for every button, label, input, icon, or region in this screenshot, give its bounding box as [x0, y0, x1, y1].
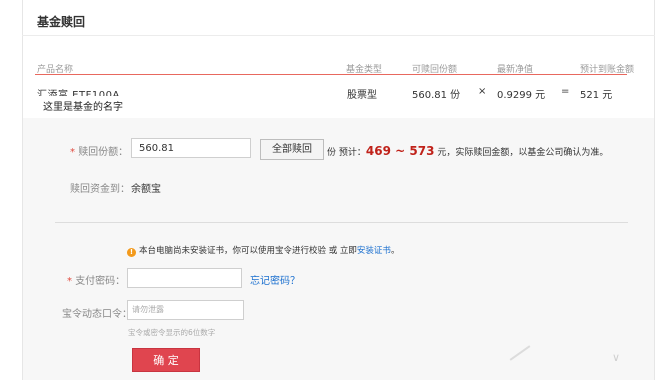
- fund-type-value: 股票型: [347, 90, 377, 101]
- redeem-all-button[interactable]: 全部赎回: [260, 139, 324, 160]
- forgot-password-link[interactable]: 忘记密码？: [250, 272, 300, 287]
- otp-label: 宝令动态口令：: [62, 309, 132, 320]
- estimate-prefix: 预计：: [338, 148, 366, 158]
- redeem-shares-input[interactable]: 560.81: [131, 138, 251, 158]
- latest-nav-value: 0.9299 元: [497, 90, 546, 101]
- equals-sign: =: [561, 86, 570, 97]
- chevron-down-icon: ∨: [612, 351, 621, 364]
- redeem-shares-label: * 赎回份额：: [70, 143, 128, 158]
- otp-input[interactable]: 请勿泄露: [127, 300, 244, 320]
- multiply-sign: ×: [478, 86, 487, 97]
- title-divider: [22, 35, 655, 36]
- page-title: 基金赎回: [37, 15, 86, 29]
- right-margin: [653, 0, 667, 380]
- unit-label: 份: [327, 148, 337, 158]
- estimate-suffix: 元，实际赎回金额，以基金公司确认为准。: [437, 148, 609, 158]
- pay-password-label-text: 支付密码：: [75, 276, 126, 287]
- warning-end: 。: [390, 246, 400, 256]
- otp-hint: 宝令或密令显示的6位数字: [128, 328, 216, 337]
- required-mark: *: [70, 147, 75, 158]
- install-certificate-link[interactable]: 安装证书: [357, 246, 391, 256]
- warning-text: 本台电脑尚未安装证书，你可以使用宝令进行校验 或 立即: [139, 246, 357, 256]
- header-underline: [35, 74, 627, 75]
- confirm-button[interactable]: 确 定: [132, 348, 200, 372]
- estimated-amount-value: 521 元: [580, 90, 613, 101]
- section-divider: [55, 222, 628, 223]
- estimate-low: 469: [365, 144, 391, 158]
- pay-password-label: * 支付密码：: [67, 272, 125, 287]
- redeem-destination-value: 余额宝: [131, 184, 161, 195]
- redeemable-shares-value: 560.81 份: [412, 90, 461, 101]
- left-margin: [0, 0, 22, 380]
- estimate-separator: ~: [390, 144, 410, 158]
- estimate-text: 份 预计：469 ~ 573 元，实际赎回金额，以基金公司确认为准。: [327, 144, 608, 158]
- certificate-warning: ! 本台电脑尚未安装证书，你可以使用宝令进行校验 或 立即安装证书。: [127, 244, 399, 257]
- pay-password-input[interactable]: [127, 268, 242, 288]
- required-mark: *: [67, 276, 72, 287]
- warning-icon: !: [127, 248, 136, 257]
- redeem-shares-label-text: 赎回份额：: [78, 147, 129, 158]
- estimate-high: 573: [409, 144, 435, 158]
- redeem-destination-label: 赎回资金到：: [70, 184, 130, 195]
- product-name-tooltip: 这里是基金的名字: [36, 96, 130, 115]
